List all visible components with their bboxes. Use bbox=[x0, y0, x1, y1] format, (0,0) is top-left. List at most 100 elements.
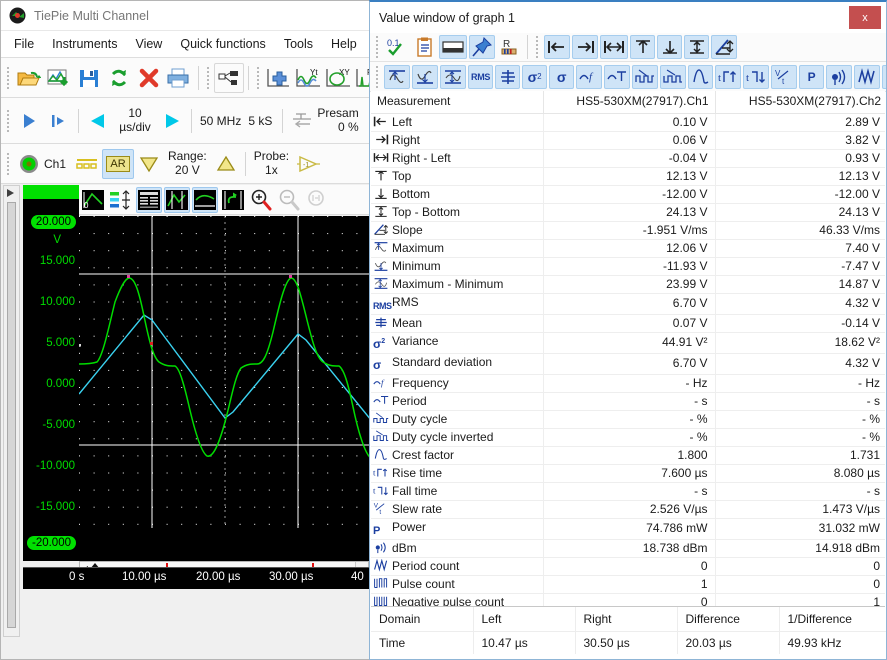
fft-graph-icon[interactable]: FFT bbox=[354, 63, 370, 93]
toolbar-gripper-3[interactable] bbox=[256, 65, 261, 91]
object-tree-icon[interactable] bbox=[214, 63, 244, 93]
range-field[interactable]: Range: 20 V bbox=[168, 150, 207, 177]
table-row[interactable]: PPower74.786 mW31.032 mW bbox=[371, 518, 885, 539]
vtb1-gripper-2[interactable] bbox=[535, 34, 540, 60]
rise-time-icon[interactable]: t bbox=[715, 65, 741, 89]
coupling-icon[interactable] bbox=[72, 149, 102, 179]
print-icon[interactable] bbox=[164, 63, 194, 93]
save-icon[interactable] bbox=[74, 63, 104, 93]
table-row[interactable]: RMSRMS6.70 V4.32 V bbox=[371, 293, 885, 314]
max-minus-min-icon[interactable] bbox=[440, 65, 466, 89]
table-row[interactable]: Crest factor1.8001.731 bbox=[371, 446, 885, 464]
table-row[interactable]: Duty cycle inverted- %- % bbox=[371, 428, 885, 446]
channel-toolbar-gripper[interactable] bbox=[6, 151, 11, 177]
table-row[interactable]: Mean0.07 V-0.14 V bbox=[371, 314, 885, 332]
channel-connector-icon[interactable] bbox=[14, 149, 44, 179]
open-icon[interactable] bbox=[14, 63, 44, 93]
table-row[interactable]: Maximum - Minimum23.99 V14.87 V bbox=[371, 275, 885, 293]
menu-quick-functions[interactable]: Quick functions bbox=[171, 34, 274, 54]
mean-icon[interactable] bbox=[495, 65, 520, 89]
slew-rate-icon[interactable]: Vt bbox=[771, 65, 797, 89]
sample-rate-value[interactable]: 50 MHz bbox=[200, 114, 241, 128]
reset-view-icon[interactable] bbox=[220, 187, 246, 213]
scroll-arrow-icon[interactable] bbox=[7, 189, 14, 197]
start-button[interactable] bbox=[14, 106, 44, 136]
top-minus-bottom-icon[interactable] bbox=[684, 35, 709, 59]
table-row[interactable]: Duty cycle- %- % bbox=[371, 410, 885, 428]
auto-range-button[interactable]: AR bbox=[102, 149, 134, 179]
header-ch2[interactable]: HS5-530XM(27917).Ch2 bbox=[715, 91, 885, 113]
table-row[interactable]: Slope-1.951 V/ms46.33 V/ms bbox=[371, 221, 885, 239]
y-axis-min-pill[interactable]: -20.000 bbox=[27, 536, 76, 550]
variance-icon[interactable]: σ2 bbox=[522, 65, 547, 89]
yt-graph-icon[interactable]: Yt bbox=[294, 63, 324, 93]
zoom-in-icon[interactable] bbox=[248, 187, 274, 213]
period-icon[interactable] bbox=[604, 65, 630, 89]
menu-instruments[interactable]: Instruments bbox=[43, 34, 126, 54]
timebase-decrease-button[interactable] bbox=[83, 106, 113, 136]
table-row[interactable]: σStandard deviation6.70 V4.32 V bbox=[371, 353, 885, 374]
presampling-field[interactable]: Presam 0 % bbox=[317, 107, 358, 134]
measurement-table[interactable]: Measurement HS5-530XM(27917).Ch1 HS5-530… bbox=[371, 91, 885, 607]
pin-icon[interactable] bbox=[469, 35, 495, 59]
vtb1-gripper[interactable] bbox=[375, 34, 380, 60]
waveform-plot[interactable] bbox=[79, 216, 369, 561]
table-row[interactable]: tFall time- s- s bbox=[371, 482, 885, 500]
probe-field[interactable]: Probe: 1x bbox=[254, 150, 289, 177]
clipboard-icon[interactable] bbox=[412, 35, 437, 59]
table-row[interactable]: Bottom-12.00 V-12.00 V bbox=[371, 185, 885, 203]
table-row[interactable]: Right - Left-0.04 V0.93 V bbox=[371, 149, 885, 167]
table-row[interactable]: dBm18.738 dBm14.918 dBm bbox=[371, 539, 885, 557]
table-row[interactable]: tRise time7.600 µs8.080 µs bbox=[371, 464, 885, 482]
maximum-icon[interactable] bbox=[384, 65, 410, 89]
right-minus-left-icon[interactable] bbox=[600, 35, 628, 59]
header-measurement[interactable]: Measurement bbox=[371, 91, 543, 113]
channel-levels-icon[interactable] bbox=[108, 187, 134, 213]
timebase-increase-button[interactable] bbox=[157, 106, 187, 136]
toolbar-gripper[interactable] bbox=[6, 65, 11, 91]
scrollbar-thumb[interactable] bbox=[7, 202, 16, 628]
range-increase-button[interactable] bbox=[211, 149, 241, 179]
table-row[interactable]: Minimum-11.93 V-7.47 V bbox=[371, 257, 885, 275]
table-row[interactable]: σ2Variance44.91 V²18.62 V² bbox=[371, 332, 885, 353]
table-row[interactable]: fFrequency- Hz- Hz bbox=[371, 374, 885, 392]
y-axis-max-pill[interactable]: 20.000 bbox=[31, 215, 76, 229]
cursor-handle-icon[interactable] bbox=[79, 344, 87, 370]
presampling-icon[interactable] bbox=[287, 106, 317, 136]
table-row[interactable]: Maximum12.06 V7.40 V bbox=[371, 239, 885, 257]
fit-view-icon[interactable] bbox=[192, 187, 218, 213]
range-decrease-button[interactable] bbox=[134, 149, 164, 179]
probe-gain-icon[interactable]: -1 bbox=[293, 149, 323, 179]
table-row[interactable]: VtSlew rate2.526 V/µs1.473 V/µs bbox=[371, 500, 885, 518]
right-icon[interactable] bbox=[572, 35, 598, 59]
single-shot-button[interactable] bbox=[44, 106, 74, 136]
timebase-value[interactable]: 10 µs/div bbox=[113, 107, 157, 134]
zoom-out-icon[interactable] bbox=[276, 187, 302, 213]
table-row[interactable]: Right0.06 V3.82 V bbox=[371, 131, 885, 149]
table-row[interactable]: Top - Bottom24.13 V24.13 V bbox=[371, 203, 885, 221]
record-length-value[interactable]: 5 kS bbox=[248, 114, 272, 128]
autosetup-icon[interactable] bbox=[164, 187, 190, 213]
rms-icon[interactable]: RMS bbox=[468, 65, 493, 89]
top-icon[interactable] bbox=[630, 35, 655, 59]
menu-tools[interactable]: Tools bbox=[275, 34, 322, 54]
acq-toolbar-gripper[interactable] bbox=[6, 108, 11, 134]
zoom-reset-icon[interactable] bbox=[304, 187, 330, 213]
table-row[interactable]: Negative pulse count01 bbox=[371, 593, 885, 607]
duty-cycle-icon[interactable] bbox=[632, 65, 658, 89]
period-count-icon[interactable] bbox=[854, 65, 880, 89]
power-icon[interactable]: P bbox=[799, 65, 824, 89]
value-window-icon[interactable] bbox=[136, 187, 162, 213]
slope-icon[interactable] bbox=[711, 35, 737, 59]
menu-help[interactable]: Help bbox=[322, 34, 366, 54]
domain-table[interactable]: Domain Left Right Difference 1/Differenc… bbox=[371, 606, 885, 658]
minimum-icon[interactable] bbox=[412, 65, 438, 89]
trigger-level-icon[interactable]: 0 bbox=[80, 187, 106, 213]
resistor-icon[interactable]: R bbox=[497, 35, 522, 59]
delete-icon[interactable] bbox=[134, 63, 164, 93]
table-row[interactable]: Period- s- s bbox=[371, 392, 885, 410]
y-axis-top-bar[interactable] bbox=[23, 185, 79, 199]
frequency-icon[interactable]: f bbox=[576, 65, 602, 89]
table-row[interactable]: Left0.10 V2.89 V bbox=[371, 113, 885, 131]
pulse-count-icon[interactable] bbox=[882, 65, 887, 89]
